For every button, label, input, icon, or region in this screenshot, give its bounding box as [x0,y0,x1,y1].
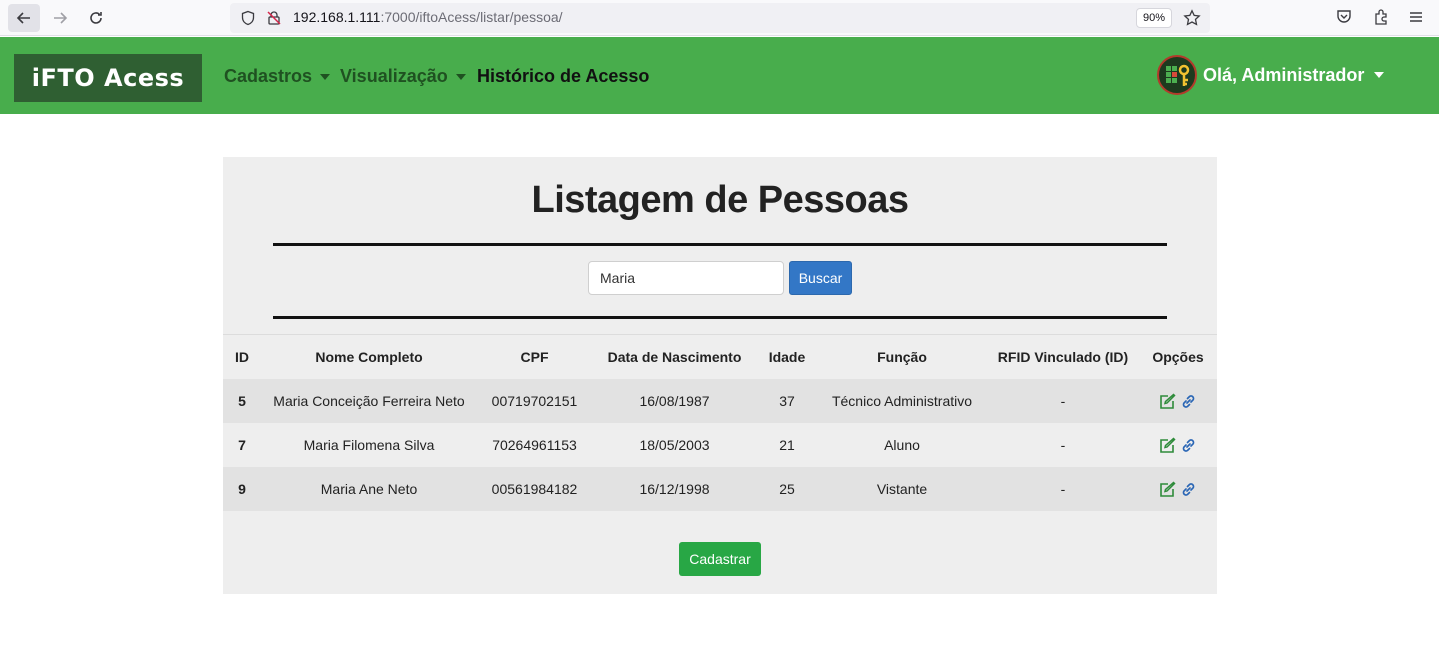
header-nome: Nome Completo [315,349,423,365]
cell-id: 5 [238,393,246,409]
url-path: :7000/iftoAcess/listar/pessoa/ [380,9,563,25]
extensions-icon[interactable] [1372,8,1390,26]
cell-idade: 21 [779,437,795,453]
chevron-down-icon [1374,72,1385,78]
chevron-down-icon [320,73,331,80]
cell-opcoes [1139,392,1217,410]
url-text: 192.168.1.111:7000/iftoAcess/listar/pess… [293,9,563,25]
listing-card: Listagem de Pessoas Maria Buscar ID Nome… [223,157,1217,594]
cell-data: 16/08/1987 [639,393,710,409]
cell-nome: Maria Conceição Ferreira Neto [273,393,465,409]
app-navbar: iFTO Acess Cadastros Visualização Histór… [0,37,1439,114]
brand-logo[interactable]: iFTO Acess [14,54,202,102]
avatar [1157,55,1197,95]
menu-icon[interactable] [1407,8,1425,26]
link-icon[interactable] [1180,481,1197,498]
edit-icon[interactable] [1159,392,1176,410]
user-menu[interactable]: Olá, Administrador [1157,55,1385,95]
user-greeting: Olá, Administrador [1203,64,1365,85]
header-cpf: CPF [520,349,549,365]
cell-id: 7 [238,437,246,453]
forward-button[interactable] [44,4,76,32]
nav-cadastros-label: Cadastros [224,66,313,86]
edit-icon[interactable] [1159,480,1176,498]
people-table: ID Nome Completo CPF Data de Nascimento … [223,334,1217,511]
cell-data: 16/12/1998 [639,481,710,497]
star-icon[interactable] [1183,9,1201,27]
cell-cpf: 00561984182 [491,481,578,497]
url-host: 192.168.1.111 [293,9,381,25]
back-button[interactable] [8,4,40,32]
page-title: Listagem de Pessoas [531,179,909,221]
cell-nome: Maria Ane Neto [320,481,418,497]
cell-rfid: - [1060,437,1066,453]
header-id: ID [235,349,249,365]
table-row: 7 Maria Filomena Silva 70264961153 18/05… [223,423,1217,467]
pocket-icon[interactable] [1335,8,1353,26]
zoom-level[interactable]: 90% [1136,8,1173,28]
header-rfid: RFID Vinculado (ID) [997,349,1129,365]
cell-opcoes [1139,480,1217,498]
edit-icon[interactable] [1159,436,1176,454]
header-funcao: Função [877,349,927,365]
nav-historico[interactable]: Histórico de Acesso [477,66,649,87]
cell-id: 9 [238,481,246,497]
link-icon[interactable] [1180,437,1197,454]
cell-rfid: - [1060,393,1066,409]
cell-idade: 37 [779,393,795,409]
cell-funcao: Técnico Administrativo [831,393,973,409]
nav-visualizacao-label: Visualização [340,66,448,86]
avatar-logo-icon [1166,64,1190,86]
reload-button[interactable] [80,4,112,32]
forward-icon [54,12,68,24]
divider [273,243,1167,246]
table-header: ID Nome Completo CPF Data de Nascimento … [223,335,1217,379]
header-idade: Idade [768,349,806,365]
cell-rfid: - [1060,481,1066,497]
search-input[interactable]: Maria [588,261,784,295]
lock-icon[interactable] [266,10,282,26]
browser-toolbar: 192.168.1.111:7000/iftoAcess/listar/pess… [0,0,1439,36]
nav-visualizacao[interactable]: Visualização [340,66,466,87]
nav-cadastros[interactable]: Cadastros [224,66,331,87]
search-button[interactable]: Buscar [789,261,852,295]
cell-cpf: 00719702151 [491,393,578,409]
header-opcoes: Opções [1152,349,1204,365]
cell-funcao: Vistante [876,481,928,497]
header-data: Data de Nascimento [607,349,742,365]
table-row: 5 Maria Conceição Ferreira Neto 00719702… [223,379,1217,423]
url-bar[interactable]: 192.168.1.111:7000/iftoAcess/listar/pess… [230,3,1210,33]
cell-opcoes [1139,436,1217,454]
nav-historico-label: Histórico de Acesso [477,66,650,86]
cadastrar-button[interactable]: Cadastrar [679,542,761,576]
link-icon[interactable] [1180,393,1197,410]
divider [273,316,1167,319]
cell-funcao: Aluno [884,437,920,453]
chevron-down-icon [455,73,466,80]
shield-icon[interactable] [240,10,256,26]
cell-nome: Maria Filomena Silva [303,437,435,453]
table-row: 9 Maria Ane Neto 00561984182 16/12/1998 … [223,467,1217,511]
cell-data: 18/05/2003 [639,437,710,453]
cell-idade: 25 [779,481,795,497]
cell-cpf: 70264961153 [492,437,577,453]
reload-icon [90,12,102,24]
back-icon [16,12,30,24]
